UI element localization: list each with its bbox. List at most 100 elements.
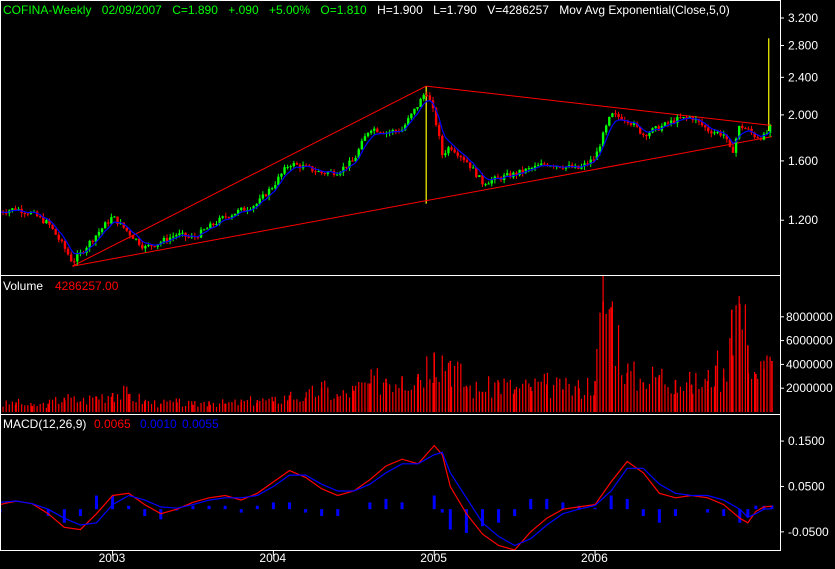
volume-bar bbox=[283, 395, 286, 412]
volume-bar bbox=[237, 405, 239, 412]
volume-bar bbox=[596, 348, 598, 412]
macd-histogram-bar bbox=[207, 505, 211, 510]
volume-bar bbox=[355, 385, 357, 412]
volume-bar bbox=[537, 381, 539, 412]
candle-body bbox=[682, 116, 685, 119]
volume-bar bbox=[234, 399, 236, 412]
volume-bar bbox=[389, 384, 391, 412]
candle-body bbox=[153, 246, 156, 248]
macd-histogram-bar bbox=[400, 502, 404, 510]
candle-body bbox=[543, 163, 546, 165]
volume-bar bbox=[194, 400, 196, 412]
volume-bar bbox=[302, 401, 304, 412]
candle-body bbox=[175, 235, 178, 237]
volume-bar bbox=[58, 403, 60, 412]
volume-bar bbox=[701, 387, 703, 412]
volume-bar bbox=[722, 377, 725, 412]
volume-bar bbox=[351, 385, 354, 412]
panel-border bbox=[0, 0, 781, 276]
macd-histogram-bar bbox=[561, 502, 565, 510]
volume-bar bbox=[95, 396, 98, 412]
macd-line bbox=[0, 444, 773, 551]
volume-bar bbox=[553, 384, 555, 412]
volume-bar bbox=[45, 407, 47, 412]
volume-bar bbox=[689, 371, 691, 412]
macd-histogram-bar bbox=[754, 505, 758, 510]
volume-bar bbox=[488, 376, 490, 412]
volume-bar bbox=[120, 399, 122, 412]
volume-bar bbox=[478, 391, 480, 412]
volume-bar bbox=[31, 406, 33, 412]
volume-bar bbox=[288, 395, 291, 412]
volume-bar bbox=[147, 401, 150, 412]
volume-bar bbox=[639, 378, 641, 412]
volume-bar bbox=[667, 387, 669, 412]
volume-bar bbox=[621, 375, 623, 412]
trendline bbox=[72, 136, 773, 267]
volume-bar bbox=[642, 382, 645, 412]
volume-bar bbox=[465, 385, 468, 412]
volume-bar bbox=[367, 383, 369, 412]
candle-body bbox=[484, 184, 487, 186]
volume-bar bbox=[209, 404, 211, 412]
macd-panel-title: MACD(12,26,9) bbox=[3, 417, 87, 431]
volume-bar bbox=[304, 397, 307, 412]
volume-bar bbox=[410, 389, 412, 412]
low-label: L=1.790 bbox=[433, 3, 477, 17]
candle-body bbox=[292, 163, 296, 167]
volume-bar bbox=[730, 309, 733, 412]
candle-body bbox=[335, 174, 339, 176]
candle-body bbox=[614, 113, 617, 115]
volume-bar bbox=[82, 397, 85, 412]
candle-body bbox=[39, 216, 42, 218]
candle-body bbox=[425, 94, 429, 96]
volume-bar bbox=[704, 378, 706, 412]
volume-bar bbox=[522, 383, 524, 412]
volume-bar bbox=[423, 387, 425, 412]
volume-bar bbox=[447, 362, 450, 412]
close-label: C=1.890 bbox=[172, 3, 218, 17]
candle-body bbox=[76, 253, 79, 262]
candle-body bbox=[629, 122, 633, 125]
volume-bar bbox=[540, 381, 542, 412]
candle-body bbox=[345, 166, 348, 168]
volume-bar bbox=[729, 338, 731, 412]
candle-body bbox=[611, 113, 614, 117]
candle-body bbox=[261, 194, 265, 199]
volume-bar bbox=[664, 384, 666, 412]
volume-bar bbox=[92, 397, 94, 412]
volume-bar bbox=[98, 399, 100, 412]
volume-bar bbox=[698, 389, 700, 412]
volume-tick-label: 2000000 bbox=[786, 381, 833, 395]
volume-bar bbox=[39, 403, 41, 412]
candle-body bbox=[741, 125, 744, 129]
candle-body bbox=[60, 239, 64, 242]
candle-body bbox=[654, 126, 657, 129]
volume-bar bbox=[755, 373, 757, 412]
candle-body bbox=[134, 238, 138, 240]
volume-bar bbox=[438, 381, 440, 412]
volume-bar bbox=[138, 393, 140, 412]
macd-histogram-bar bbox=[722, 509, 726, 516]
volume-bar bbox=[224, 403, 226, 412]
volume-bar bbox=[766, 355, 768, 412]
volume-bar bbox=[674, 379, 677, 412]
volume-bar bbox=[398, 387, 400, 412]
volume-bar bbox=[720, 391, 722, 412]
volume-tick-label: 4000000 bbox=[786, 357, 833, 371]
volume-bar bbox=[435, 377, 437, 412]
volume-bar bbox=[11, 401, 13, 412]
candle-body bbox=[171, 236, 175, 238]
volume-bar bbox=[472, 398, 474, 412]
candle-body bbox=[444, 153, 447, 156]
volume-bar bbox=[590, 395, 592, 412]
volume-bar bbox=[648, 383, 651, 412]
candle-body bbox=[663, 122, 667, 126]
candle-body bbox=[608, 116, 611, 126]
chart-header: COFINA-Weekly 02/09/2007 C=1.890 +.090 +… bbox=[3, 3, 737, 17]
volume-bar bbox=[738, 303, 741, 412]
volume-bar bbox=[141, 404, 143, 412]
volume-bar bbox=[614, 365, 617, 412]
volume-bar bbox=[710, 387, 712, 412]
volume-bar bbox=[484, 391, 487, 412]
